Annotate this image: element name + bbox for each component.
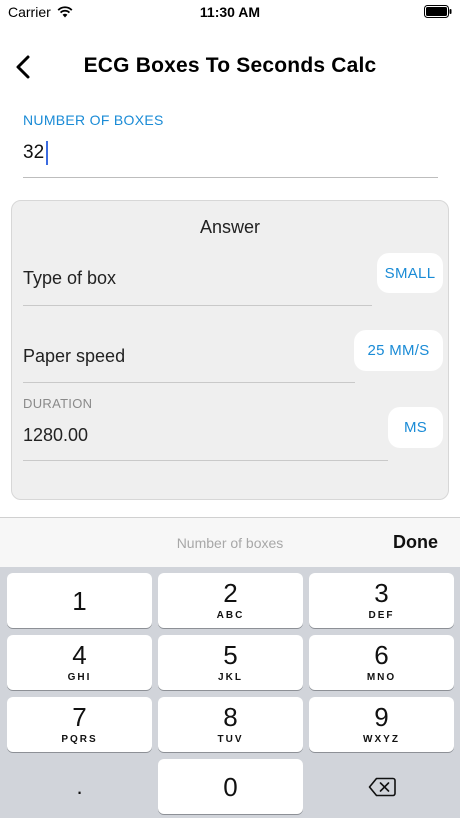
key-digit: 8	[223, 702, 238, 732]
status-bar: Carrier 11:30 AM	[0, 0, 460, 24]
backspace-icon	[368, 777, 396, 796]
key-letters: JKL	[218, 672, 243, 683]
battery-icon	[424, 5, 452, 18]
key-letters: WXYZ	[363, 734, 400, 745]
key-digit: 3	[374, 578, 389, 608]
type-of-box-label: Type of box	[23, 268, 117, 288]
key-letters: ABC	[216, 610, 245, 621]
key-3[interactable]: 3 DEF	[309, 573, 454, 628]
key-9[interactable]: 9 WXYZ	[309, 697, 454, 752]
number-of-boxes-label: NUMBER OF BOXES	[23, 112, 164, 128]
keyboard-accessory-bar: Number of boxes Done	[0, 517, 460, 567]
key-digit: 5	[223, 640, 238, 670]
text-caret	[46, 141, 49, 165]
duration-label: DURATION	[23, 396, 93, 411]
paper-speed-label: Paper speed	[23, 346, 126, 366]
key-1[interactable]: 1	[7, 573, 152, 628]
key-8[interactable]: 8 TUV	[158, 697, 303, 752]
divider	[23, 382, 355, 383]
key-digit: 0	[223, 771, 238, 802]
key-digit: 6	[374, 640, 389, 670]
key-letters: TUV	[217, 734, 244, 745]
key-digit: 4	[72, 640, 87, 670]
duration-value: 1280.00	[23, 425, 89, 445]
key-letters: DEF	[368, 610, 395, 621]
key-letters: MNO	[366, 672, 397, 683]
numeric-keypad: 1 2 ABC 3 DEF 4 GHI 5 JKL 6 MNO 7 PQRS 8…	[0, 567, 460, 818]
key-digit: 2	[223, 578, 238, 608]
page-title: ECG Boxes To Seconds Calc	[83, 54, 377, 77]
key-5[interactable]: 5 JKL	[158, 635, 303, 690]
duration-unit-button[interactable]: MS	[388, 407, 443, 448]
answer-title: Answer	[199, 217, 261, 237]
divider	[23, 460, 388, 461]
key-letters: PQRS	[61, 734, 98, 745]
accessory-placeholder: Number of boxes	[176, 535, 284, 551]
navigation-bar: ECG Boxes To Seconds Calc	[0, 44, 460, 90]
status-time: 11:30 AM	[199, 4, 261, 20]
key-2[interactable]: 2 ABC	[158, 573, 303, 628]
key-4[interactable]: 4 GHI	[7, 635, 152, 690]
key-digit: .	[76, 773, 83, 799]
number-of-boxes-field[interactable]: 32	[23, 138, 438, 178]
number-of-boxes-input[interactable]: 32	[23, 138, 438, 168]
key-digit: 9	[374, 702, 389, 732]
paper-speed-button[interactable]: 25 MM/S	[354, 330, 443, 371]
key-decimal[interactable]: .	[7, 759, 152, 814]
key-0[interactable]: 0	[158, 759, 303, 814]
number-of-boxes-value: 32	[23, 142, 45, 163]
done-button[interactable]: Done	[393, 532, 438, 553]
key-6[interactable]: 6 MNO	[309, 635, 454, 690]
box-type-button[interactable]: SMALL	[377, 253, 443, 293]
key-7[interactable]: 7 PQRS	[7, 697, 152, 752]
key-digit: 7	[72, 702, 87, 732]
delete-key[interactable]	[309, 759, 454, 814]
key-letters: GHI	[67, 672, 92, 683]
divider	[23, 305, 372, 306]
key-digit: 1	[72, 585, 87, 616]
answer-card: Answer Type of box SMALL Paper speed 25 …	[11, 200, 449, 500]
